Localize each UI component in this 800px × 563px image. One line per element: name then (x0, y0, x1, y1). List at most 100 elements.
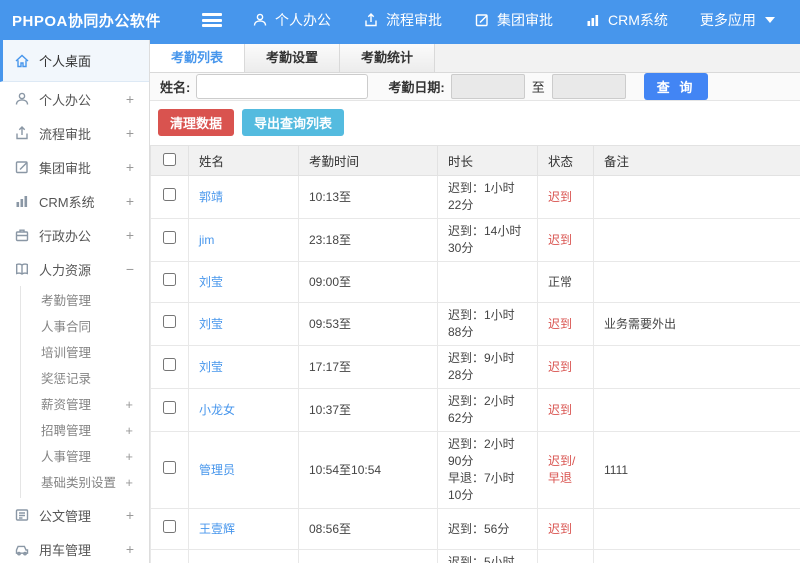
sidebar-item-label: CRM系统 (39, 194, 95, 210)
table-row: 黄蓉 13:20至13:20 迟到：5小时33分早退：4小时67分 迟到/早退 (150, 549, 800, 563)
sidebar-item-label: 公文管理 (39, 508, 92, 524)
sidebar-subitem-salary-mgmt[interactable]: 薪资管理 + (21, 392, 149, 418)
collapse-minus-icon[interactable]: − (126, 261, 134, 277)
attendance-time: 10:13至 (298, 175, 438, 219)
sidebar-subitem-attendance-mgmt[interactable]: 考勤管理 (21, 288, 149, 314)
status-text: 迟到 (537, 388, 594, 432)
subitem-label: 人事管理 (41, 450, 92, 464)
sidebar-item-human-resources[interactable]: 人力资源 − (0, 252, 149, 286)
employee-name-link[interactable]: 刘莹 (199, 317, 223, 331)
sidebar-item-vehicle-mgmt[interactable]: 用车管理 + (0, 532, 149, 563)
row-checkbox[interactable] (163, 358, 176, 371)
expand-plus-icon[interactable]: + (126, 227, 134, 243)
subitem-label: 培训管理 (41, 346, 92, 360)
row-checkbox[interactable] (163, 273, 176, 286)
main-content: 考勤列表 考勤设置 考勤统计 姓名: 考勤日期: 至 查 询 清理数据 导出查询… (150, 40, 800, 563)
attendance-time: 09:53至 (298, 302, 438, 346)
col-header-time: 考勤时间 (298, 145, 438, 176)
tab-attendance-settings[interactable]: 考勤设置 (245, 44, 341, 72)
attendance-time: 23:18至 (298, 218, 438, 262)
date-from-input[interactable] (450, 74, 525, 99)
date-label: 考勤日期: (388, 80, 445, 95)
expand-plus-icon[interactable]: + (126, 125, 134, 141)
employee-name-link[interactable]: 管理员 (199, 463, 235, 477)
note-cell: 1111 (593, 431, 800, 509)
sidebar-item-crm-system[interactable]: CRM系统 + (0, 184, 149, 218)
expand-plus-icon[interactable]: + (125, 392, 133, 418)
process-icon (363, 12, 379, 28)
name-input[interactable] (196, 74, 369, 99)
row-checkbox[interactable] (163, 520, 176, 533)
employee-name-link[interactable]: 刘莹 (199, 360, 223, 374)
topnav-personal-office[interactable]: 个人办公 (252, 10, 331, 30)
table-row: 刘莹 09:00至 正常 (150, 261, 800, 303)
attendance-time: 10:54至10:54 (298, 431, 438, 509)
duration-cell: 迟到：5小时33分早退：4小时67分 (437, 549, 538, 563)
col-header-duration: 时长 (437, 145, 538, 176)
employee-name-link[interactable]: 小龙女 (199, 403, 235, 417)
topnav-label: 集团审批 (497, 12, 553, 28)
expand-plus-icon[interactable]: + (126, 91, 134, 107)
attendance-time: 08:56至 (298, 508, 438, 550)
row-checkbox[interactable] (163, 188, 176, 201)
topnav-label: 个人办公 (275, 12, 331, 28)
app-brand: PHPOA协同办公软件 (12, 12, 161, 30)
menu-toggle-icon[interactable] (202, 13, 222, 27)
employee-name-link[interactable]: 郭靖 (199, 190, 223, 204)
topnav-crm-system[interactable]: CRM系统 (585, 10, 668, 30)
search-button[interactable]: 查 询 (643, 73, 709, 100)
sidebar-subitem-base-category-settings[interactable]: 基础类别设置 + (21, 470, 149, 496)
sidebar-item-document-mgmt[interactable]: 公文管理 + (0, 498, 149, 532)
table-row: 郭靖 10:13至 迟到：1小时22分 迟到 (150, 175, 800, 219)
topnav-workflow-approval[interactable]: 流程审批 (363, 10, 442, 30)
top-bar: PHPOA协同办公软件 个人办公 流程审批 集团审批 CRM系统 更多应用 (0, 0, 800, 40)
expand-plus-icon[interactable]: + (125, 418, 133, 444)
sidebar-item-personal-office[interactable]: 个人办公 + (0, 82, 149, 116)
select-all-checkbox[interactable] (163, 152, 176, 166)
topnav-group-approval[interactable]: 集团审批 (474, 10, 553, 30)
tab-attendance-stats[interactable]: 考勤统计 (340, 44, 436, 72)
expand-plus-icon[interactable]: + (126, 541, 134, 557)
row-checkbox[interactable] (163, 315, 176, 328)
employee-name-link[interactable]: jim (199, 233, 214, 247)
note-cell (593, 508, 800, 550)
export-list-button[interactable]: 导出查询列表 (242, 109, 345, 136)
duration-cell: 迟到：2小时90分 早退：7小时10分 (437, 431, 538, 509)
sidebar-item-workflow-approval[interactable]: 流程审批 + (0, 116, 149, 150)
topnav-label: 流程审批 (386, 12, 442, 28)
col-header-name: 姓名 (188, 145, 299, 176)
expand-plus-icon[interactable]: + (125, 444, 133, 470)
sidebar-item-group-approval[interactable]: 集团审批 + (0, 150, 149, 184)
sidebar-item-admin-office[interactable]: 行政办公 + (0, 218, 149, 252)
user-icon (252, 12, 268, 28)
attendance-table: 姓名 考勤时间 时长 状态 备注 郭靖 10:13至 迟到：1小时22分 迟到 (150, 145, 800, 563)
sidebar-subitem-recruit-mgmt[interactable]: 招聘管理 + (21, 418, 149, 444)
row-checkbox[interactable] (163, 401, 176, 414)
topnav-more-apps[interactable]: 更多应用 (700, 10, 775, 30)
employee-name-link[interactable]: 王壹辉 (199, 522, 235, 536)
duration-cell: 迟到：9小时28分 (437, 345, 538, 389)
sidebar: 个人桌面 个人办公 + 流程审批 + 集团审批 + CRM系统 + 行政办公 + (0, 40, 150, 563)
attendance-time: 10:37至 (298, 388, 438, 432)
sidebar-item-personal-desktop[interactable]: 个人桌面 (0, 40, 149, 82)
sidebar-subitem-hr-contract[interactable]: 人事合同 (21, 314, 149, 340)
clean-data-button[interactable]: 清理数据 (158, 109, 235, 136)
hr-submenu: 考勤管理 人事合同 培训管理 奖惩记录 薪资管理 + 招聘管理 + 人事管理 + 基础… (20, 286, 149, 498)
sidebar-subitem-reward-punishment[interactable]: 奖惩记录 (21, 366, 149, 392)
expand-plus-icon[interactable]: + (126, 193, 134, 209)
employee-name-link[interactable]: 刘莹 (199, 275, 223, 289)
sidebar-subitem-personnel-mgmt[interactable]: 人事管理 + (21, 444, 149, 470)
row-checkbox[interactable] (163, 461, 176, 474)
tab-attendance-list[interactable]: 考勤列表 (150, 44, 246, 72)
row-checkbox[interactable] (163, 231, 176, 244)
date-to-input[interactable] (551, 74, 626, 99)
expand-plus-icon[interactable]: + (126, 507, 134, 523)
duration-cell (437, 261, 538, 303)
subitem-label: 基础类别设置 (41, 476, 117, 490)
briefcase-icon (14, 227, 30, 243)
expand-plus-icon[interactable]: + (125, 470, 133, 496)
expand-plus-icon[interactable]: + (126, 159, 134, 175)
attendance-time: 13:20至13:20 (298, 549, 438, 563)
sidebar-subitem-training-mgmt[interactable]: 培训管理 (21, 340, 149, 366)
sidebar-item-label: 人力资源 (39, 262, 92, 278)
